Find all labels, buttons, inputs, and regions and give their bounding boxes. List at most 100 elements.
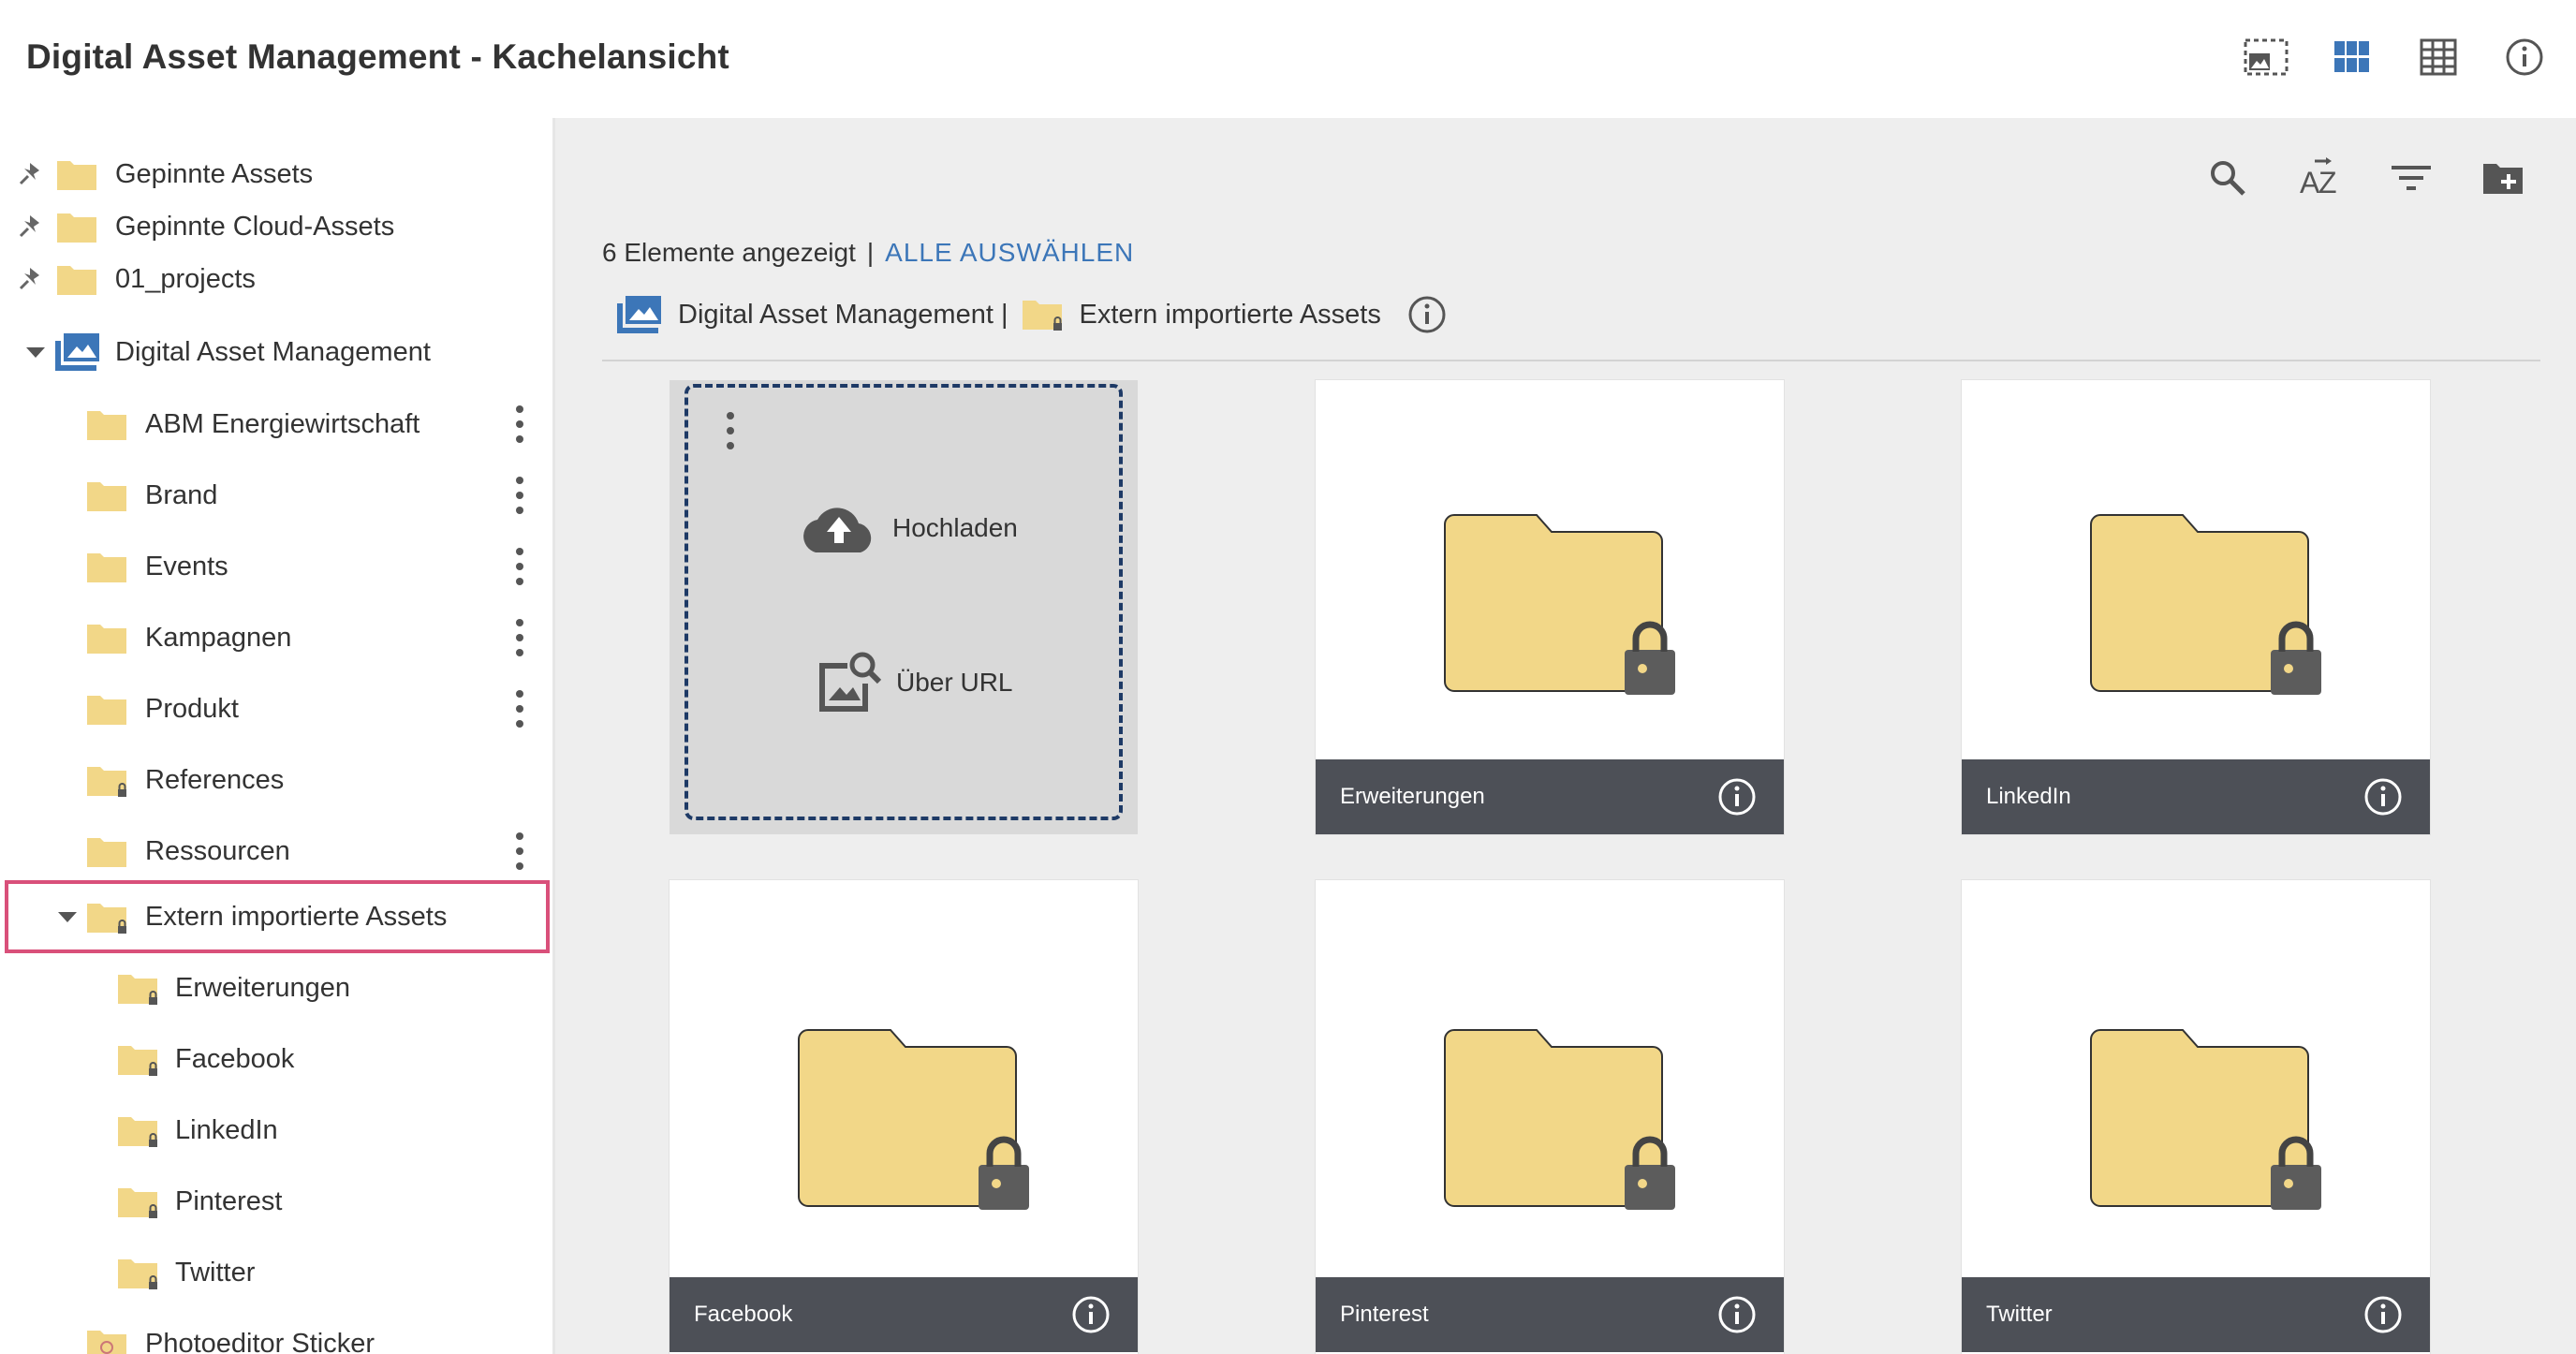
tree-folder-kampagnen[interactable]: Kampagnen <box>0 610 552 666</box>
tile-footer: Erweiterungen <box>1316 759 1784 834</box>
tile-name: LinkedIn <box>1986 784 2071 809</box>
tree-subfolder-facebook[interactable]: Facebook <box>0 1031 552 1087</box>
grid-view-icon[interactable] <box>2327 32 2377 82</box>
item-count-line: 6 Elemente angezeigt | ALLE AUSWÄHLEN <box>602 238 1134 268</box>
locked-folder-icon <box>1444 514 1675 695</box>
more-options-icon[interactable] <box>513 477 526 514</box>
info-icon[interactable] <box>1070 1294 1111 1335</box>
tile-footer: LinkedIn <box>1962 759 2430 834</box>
folder-icon <box>87 553 126 582</box>
pin-icon <box>19 163 39 185</box>
url-label: Über URL <box>896 668 1013 697</box>
folder-tile-linkedin[interactable]: LinkedIn <box>1962 380 2430 834</box>
table-view-icon[interactable] <box>2413 32 2464 82</box>
info-icon[interactable] <box>2363 776 2404 817</box>
info-icon[interactable] <box>1407 295 1447 334</box>
tree-item-label: Facebook <box>175 1043 295 1074</box>
url-upload-button[interactable]: Über URL <box>814 648 1012 717</box>
image-library-icon <box>617 296 661 333</box>
folder-tile-pinterest[interactable]: Pinterest <box>1316 880 1784 1354</box>
info-icon[interactable] <box>1716 776 1758 817</box>
tree-folder-brand[interactable]: Brand <box>0 467 552 523</box>
tree-root-digital-asset-management[interactable]: Digital Asset Management <box>0 324 552 380</box>
info-icon[interactable] <box>2499 32 2550 82</box>
tile-name: Facebook <box>694 1302 793 1327</box>
tile-footer: Pinterest <box>1316 1277 1784 1352</box>
top-bar: Digital Asset Management - Kachelansicht <box>0 0 2576 118</box>
tree-folder-produkt[interactable]: Produkt <box>0 681 552 737</box>
image-select-icon[interactable] <box>2241 32 2291 82</box>
pinned-item-assets[interactable]: Gepinnte Assets <box>0 146 552 202</box>
locked-folder-icon <box>798 1029 1029 1210</box>
new-folder-icon[interactable] <box>2479 154 2527 202</box>
info-icon[interactable] <box>2363 1294 2404 1335</box>
tree-folder-ressourcen[interactable]: Ressourcen <box>0 823 552 879</box>
tree-item-label: Digital Asset Management <box>115 336 431 367</box>
tree-folder-photoeditor-sticker[interactable]: Photoeditor Sticker <box>0 1316 552 1354</box>
tree-subfolder-erweiterungen[interactable]: Erweiterungen <box>0 960 552 1016</box>
locked-folder-icon <box>118 1188 157 1218</box>
tree-item-label: Brand <box>145 479 218 510</box>
tile-name: Twitter <box>1986 1302 2053 1327</box>
locked-folder-icon <box>2090 1029 2321 1210</box>
folder-tile-twitter[interactable]: Twitter <box>1962 880 2430 1354</box>
caret-down-icon[interactable] <box>58 912 77 922</box>
more-options-icon[interactable] <box>513 548 526 585</box>
tile-footer: Facebook <box>670 1277 1138 1352</box>
tree-subfolder-pinterest[interactable]: Pinterest <box>0 1173 552 1229</box>
folder-tile-erweiterungen[interactable]: Erweiterungen <box>1316 380 1784 834</box>
pin-icon <box>19 215 39 238</box>
item-count-text: 6 Elemente angezeigt <box>602 238 856 267</box>
separator: | <box>866 238 875 267</box>
view-switcher <box>2241 32 2550 82</box>
tree-item-label: Kampagnen <box>145 622 292 653</box>
folder-icon <box>87 696 126 725</box>
upload-tile[interactable]: Hochladen Über URL <box>670 380 1138 834</box>
locked-folder-icon <box>1022 301 1062 331</box>
folder-icon <box>87 482 126 511</box>
tile-name: Pinterest <box>1340 1302 1429 1327</box>
pinned-item-cloud-assets[interactable]: Gepinnte Cloud-Assets <box>0 199 552 255</box>
breadcrumb: Digital Asset Management | Extern import… <box>616 294 1447 335</box>
tree-item-label: Pinterest <box>175 1185 283 1216</box>
upload-dropzone[interactable]: Hochladen Über URL <box>684 384 1123 820</box>
search-icon[interactable] <box>2203 154 2252 202</box>
page-title: Digital Asset Management - Kachelansicht <box>26 37 729 76</box>
tree-item-label: Gepinnte Cloud-Assets <box>115 211 395 242</box>
tree-item-label: Twitter <box>175 1257 256 1288</box>
tree-folder-references[interactable]: References <box>0 752 552 808</box>
locked-folder-icon <box>118 1259 157 1289</box>
tile-footer: Twitter <box>1962 1277 2430 1352</box>
pinned-item-projects[interactable]: 01_projects <box>0 251 552 307</box>
filter-icon[interactable] <box>2387 154 2436 202</box>
more-options-icon[interactable] <box>513 619 526 656</box>
tree-item-label: References <box>145 764 285 795</box>
svg-text:A: A <box>2300 166 2320 199</box>
tree-item-label: Extern importierte Assets <box>145 901 448 932</box>
tree-item-label: LinkedIn <box>175 1114 278 1145</box>
image-search-icon <box>819 652 882 712</box>
tree-item-label: Gepinnte Assets <box>115 158 314 189</box>
image-library-icon <box>55 333 99 371</box>
tree-subfolder-linkedin[interactable]: LinkedIn <box>0 1102 552 1158</box>
tree-folder-abm[interactable]: ABM Energiewirtschaft <box>0 396 552 452</box>
tree-subfolder-twitter[interactable]: Twitter <box>0 1244 552 1301</box>
locked-folder-icon <box>118 1117 157 1147</box>
upload-button[interactable]: Hochladen <box>797 500 1018 556</box>
tree-item-label: Erweiterungen <box>175 972 350 1003</box>
more-options-icon[interactable] <box>513 690 526 728</box>
select-all-link[interactable]: ALLE AUSWÄHLEN <box>885 238 1134 267</box>
more-options-icon[interactable] <box>513 832 526 870</box>
breadcrumb-root[interactable]: Digital Asset Management | <box>678 300 1008 331</box>
sort-az-icon[interactable]: A Z <box>2295 154 2344 202</box>
more-options-icon[interactable] <box>724 412 737 449</box>
folder-icon <box>57 213 96 243</box>
caret-down-icon[interactable] <box>26 347 45 358</box>
tree-folder-extern-importierte-assets[interactable]: Extern importierte Assets <box>0 889 552 945</box>
tree-folder-events[interactable]: Events <box>0 538 552 595</box>
folder-tile-facebook[interactable]: Facebook <box>670 880 1138 1354</box>
more-options-icon[interactable] <box>513 405 526 443</box>
folder-icon <box>87 838 126 867</box>
upload-label: Hochladen <box>892 513 1018 542</box>
info-icon[interactable] <box>1716 1294 1758 1335</box>
